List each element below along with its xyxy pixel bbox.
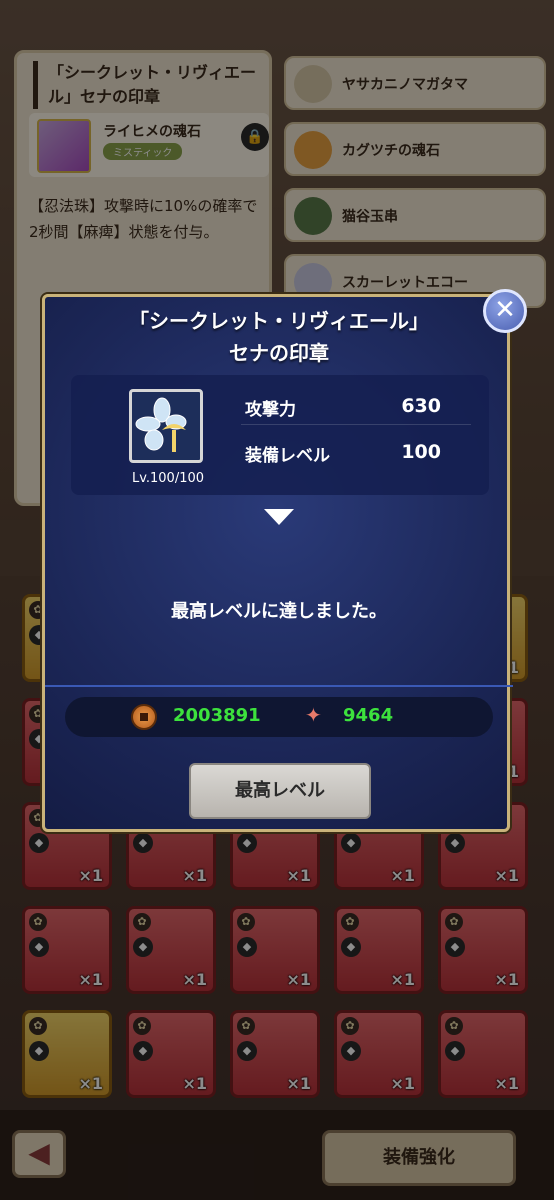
stat-value: 100 xyxy=(401,441,441,463)
cost-box: 2003891 ✦ 9464 xyxy=(65,697,493,737)
max-level-button[interactable]: 最高レベル xyxy=(189,763,371,819)
stat-row-equip-level: 装備レベル 100 xyxy=(241,431,471,471)
dialog-title-line1: 「シークレット・リヴィエール」 xyxy=(129,309,429,333)
stat-row-attack: 攻撃力 630 xyxy=(241,385,471,425)
coin-amount: 2003891 xyxy=(173,705,261,726)
max-level-message: 最高レベルに達しました。 xyxy=(171,601,387,622)
stat-box: Lv.100/100 攻撃力 630 装備レベル 100 xyxy=(71,375,489,495)
item-level: Lv.100/100 xyxy=(131,471,205,486)
dialog-title-line2: セナの印章 xyxy=(229,341,329,365)
level-up-dialog: ✕ 「シークレット・リヴィエール」 セナの印章 Lv.100/100 攻撃力 6… xyxy=(42,289,527,832)
stat-label: 装備レベル xyxy=(245,446,330,466)
arrow-down-icon xyxy=(264,509,294,525)
stat-value: 630 xyxy=(401,395,441,417)
stat-label: 攻撃力 xyxy=(245,400,296,420)
material-amount: 9464 xyxy=(343,705,394,726)
close-button[interactable]: ✕ xyxy=(483,289,527,333)
divider xyxy=(45,685,513,687)
dialog-title: 「シークレット・リヴィエール」 セナの印章 xyxy=(65,305,493,369)
close-icon: ✕ xyxy=(494,295,516,325)
coin-icon xyxy=(131,704,157,730)
seal-icon xyxy=(129,389,203,463)
material-icon: ✦ xyxy=(305,703,322,727)
